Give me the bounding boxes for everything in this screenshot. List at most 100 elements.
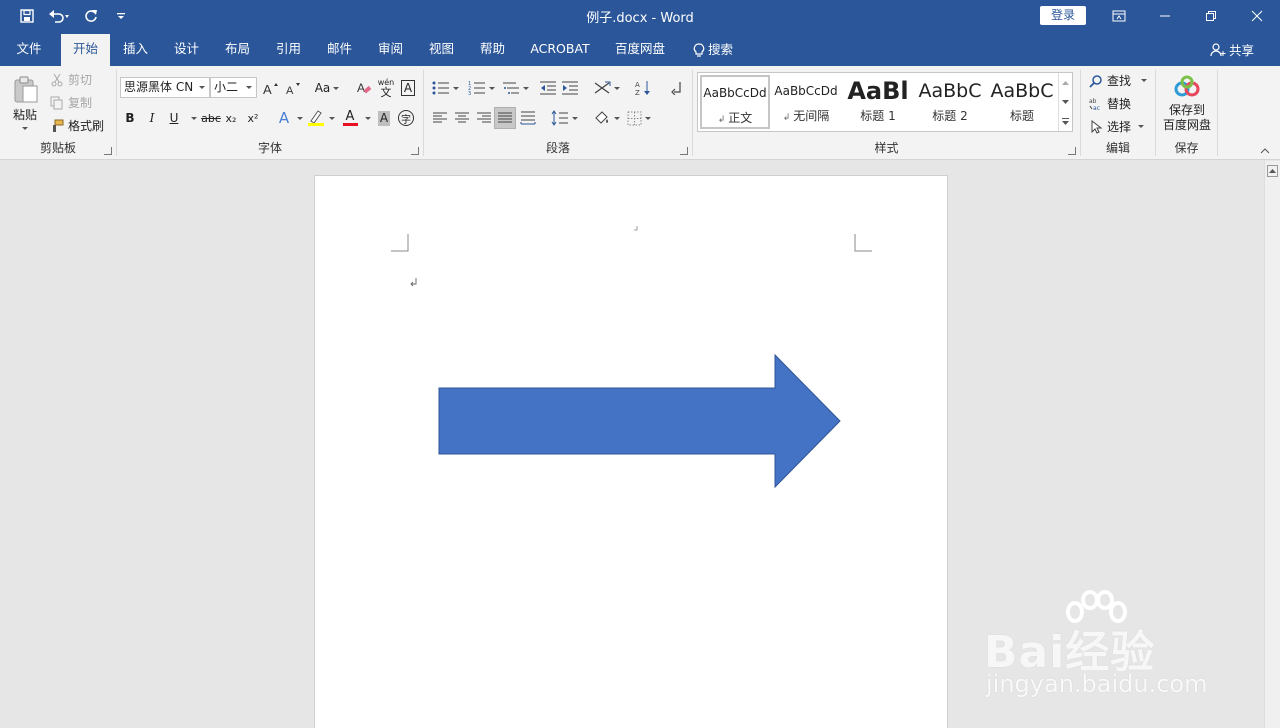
subscript-button[interactable]: x₂	[221, 108, 241, 128]
shading-icon[interactable]	[591, 108, 621, 128]
strikethrough-button[interactable]: abc	[199, 108, 223, 128]
tab-mailings[interactable]: 邮件	[317, 34, 362, 66]
borders-icon[interactable]	[624, 108, 654, 128]
tab-layout[interactable]: 布局	[215, 34, 260, 66]
superscript-button[interactable]: x²	[243, 108, 263, 128]
numbering-icon[interactable]: 123	[466, 78, 496, 98]
title-bar: 例子.docx - Word 登录	[0, 0, 1280, 32]
save-group-label: 保存	[1174, 141, 1199, 155]
enclose-characters-icon[interactable]: 字	[396, 108, 416, 128]
increase-indent-icon[interactable]	[560, 78, 580, 98]
show-paragraph-marks-icon[interactable]	[666, 78, 686, 98]
highlight-icon[interactable]	[306, 108, 326, 128]
tab-acrobat[interactable]: ACROBAT	[524, 34, 596, 66]
save-icon[interactable]	[14, 3, 40, 29]
customize-qat-icon[interactable]	[108, 3, 134, 29]
phonetic-guide-icon[interactable]: wén 文	[376, 78, 396, 98]
format-painter-button[interactable]: 格式刷	[50, 117, 104, 134]
minimize-icon[interactable]	[1142, 0, 1188, 32]
tell-me-search[interactable]: 搜索	[686, 34, 740, 66]
tab-view[interactable]: 视图	[419, 34, 464, 66]
svg-text:ab: ab	[1089, 98, 1097, 105]
bullets-icon[interactable]	[430, 78, 460, 98]
change-case-button[interactable]: Aa	[313, 78, 341, 98]
distributed-icon[interactable]	[518, 108, 538, 128]
chinese-layout-icon[interactable]	[591, 78, 621, 98]
tab-home[interactable]: 开始	[61, 34, 110, 66]
character-border-label: A	[400, 80, 416, 96]
clipboard-dialog-launcher[interactable]	[104, 147, 112, 155]
italic-button[interactable]: I	[142, 108, 162, 128]
grow-font-icon[interactable]: A	[261, 78, 281, 98]
align-center-icon[interactable]	[452, 108, 472, 128]
baidu-netdisk-icon	[1174, 75, 1200, 97]
tab-baidu-netdisk[interactable]: 百度网盘	[608, 34, 672, 66]
search-icon	[1089, 74, 1102, 88]
tab-help[interactable]: 帮助	[470, 34, 515, 66]
paragraph-group-label: 段落	[545, 141, 570, 155]
undo-icon[interactable]	[44, 3, 74, 29]
copy-button[interactable]: 复制	[50, 94, 92, 111]
select-button[interactable]: 选择	[1089, 118, 1145, 135]
tab-review[interactable]: 审阅	[368, 34, 413, 66]
document-page[interactable]	[314, 175, 948, 728]
svg-text:A: A	[357, 81, 365, 95]
paragraph-dialog-launcher[interactable]	[680, 147, 688, 155]
svg-text:3: 3	[468, 91, 471, 95]
vertical-scrollbar[interactable]	[1264, 161, 1280, 728]
replace-label: 替换	[1107, 97, 1132, 111]
ribbon-display-options-icon[interactable]	[1096, 0, 1142, 32]
collapse-ribbon-icon[interactable]	[1258, 146, 1272, 156]
tab-file[interactable]: 文件	[4, 34, 54, 66]
font-color-label: A	[345, 109, 355, 124]
tell-me-label: 搜索	[707, 42, 733, 57]
svg-text:ac: ac	[1093, 105, 1100, 111]
right-arrow-shape[interactable]	[438, 353, 842, 489]
tab-references[interactable]: 引用	[266, 34, 311, 66]
save-group: 保存到 百度网盘 保存	[1156, 66, 1217, 160]
tab-insert[interactable]: 插入	[113, 34, 158, 66]
redo-icon[interactable]	[78, 3, 104, 29]
character-shading-label: A	[377, 110, 391, 126]
editing-group: 查找 ab ac 替换 选择 编辑	[1081, 66, 1155, 160]
document-title: 例子.docx - Word	[586, 11, 694, 26]
text-effects-button[interactable]: A	[274, 108, 294, 128]
styles-dialog-launcher[interactable]	[1068, 147, 1076, 155]
paragraph-group: 123 AZ 段落	[424, 66, 692, 160]
cut-button[interactable]: 剪切	[50, 71, 92, 88]
find-button[interactable]: 查找	[1089, 72, 1148, 89]
character-border-icon[interactable]: A	[398, 78, 418, 98]
scroll-up-icon[interactable]	[1267, 165, 1278, 177]
header-paragraph-mark-icon	[634, 226, 638, 231]
close-icon[interactable]	[1234, 0, 1280, 32]
cursor-icon	[1091, 119, 1103, 134]
font-color-icon[interactable]: A	[340, 108, 360, 128]
share-button[interactable]: 共享	[1210, 40, 1254, 59]
multilevel-list-icon[interactable]	[500, 78, 530, 98]
line-spacing-icon[interactable]	[549, 108, 579, 128]
justify-icon[interactable]	[494, 107, 516, 129]
restore-icon[interactable]	[1188, 0, 1234, 32]
clipboard-group: 粘贴 剪切 复制 格式刷 剪贴板	[0, 66, 116, 160]
align-right-icon[interactable]	[474, 108, 494, 128]
save-to-baidu-netdisk-button[interactable]: 保存到 百度网盘	[1158, 72, 1216, 136]
underline-button[interactable]: U	[164, 108, 184, 128]
bold-button[interactable]: B	[120, 108, 140, 128]
decrease-indent-icon[interactable]	[538, 78, 558, 98]
login-button[interactable]: 登录	[1040, 6, 1086, 25]
shrink-font-icon[interactable]: A	[283, 78, 303, 98]
paste-icon	[14, 76, 38, 103]
clear-formatting-icon[interactable]: A	[355, 78, 375, 98]
find-label: 查找	[1107, 74, 1132, 88]
sort-icon[interactable]: AZ	[633, 78, 653, 98]
replace-button[interactable]: ab ac 替换	[1089, 95, 1131, 112]
font-dialog-launcher[interactable]	[411, 147, 419, 155]
font-size-combo[interactable]: 小二	[210, 77, 257, 98]
tab-design[interactable]: 设计	[164, 34, 209, 66]
paste-button[interactable]: 粘贴	[6, 70, 44, 134]
character-shading-icon[interactable]: A	[374, 108, 394, 128]
paragraph-mark-icon	[410, 278, 417, 287]
align-left-icon[interactable]	[430, 108, 450, 128]
font-family-combo[interactable]: 思源黑体 CN	[120, 77, 210, 98]
quick-access-toolbar	[0, 0, 134, 32]
